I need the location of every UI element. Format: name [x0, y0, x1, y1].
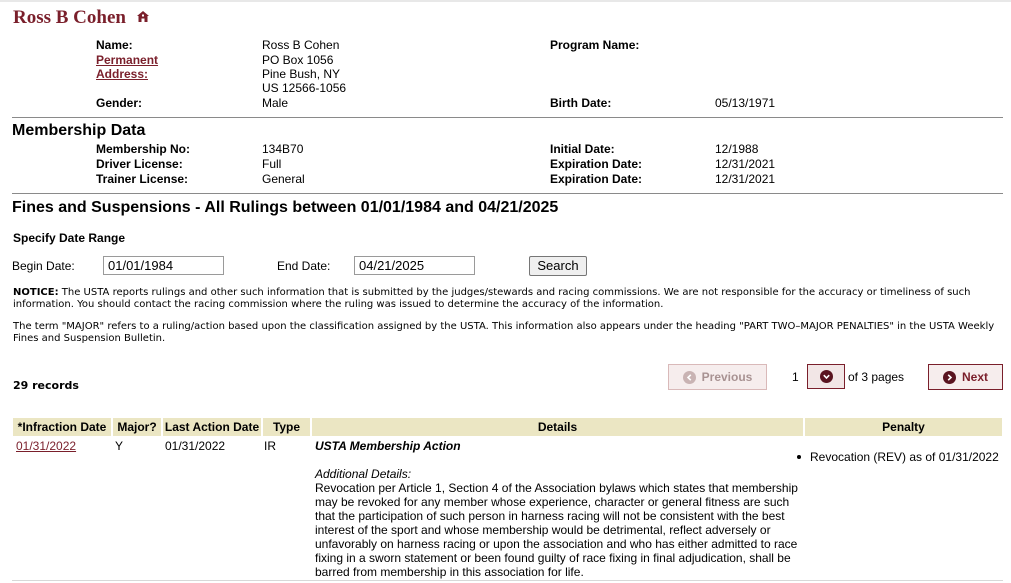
- type-value: IR: [264, 439, 276, 453]
- search-button[interactable]: Search: [529, 256, 587, 276]
- membership-no-value: 134B70: [262, 142, 304, 156]
- row-divider: [12, 580, 1003, 581]
- membership-section-title: Membership Data: [12, 122, 146, 139]
- address-line-1: PO Box 1056: [262, 53, 334, 67]
- page-select-dropdown[interactable]: [807, 364, 845, 389]
- divider: [12, 117, 1003, 118]
- begin-date-input[interactable]: [103, 256, 224, 275]
- column-header-details: Details: [312, 418, 803, 436]
- major-value: Y: [115, 439, 124, 453]
- name-label: Name:: [96, 38, 133, 52]
- name-value: Ross B Cohen: [262, 38, 340, 52]
- notice-text: NOTICE: The USTA reports rulings and oth…: [13, 287, 998, 311]
- fines-section-title: Fines and Suspensions - All Rulings betw…: [12, 199, 559, 216]
- top-border: [0, 0, 1011, 2]
- column-header-major: Major?: [113, 418, 161, 436]
- gender-value: Male: [262, 96, 289, 110]
- trainer-license-value: General: [262, 172, 305, 186]
- column-header-penalty: Penalty: [805, 418, 1002, 436]
- column-header-type: Type: [263, 418, 310, 436]
- initial-date-value: 12/1988: [715, 142, 759, 156]
- initial-date-label: Initial Date:: [550, 142, 615, 156]
- previous-label: Previous: [701, 370, 753, 384]
- driver-expiration-label: Expiration Date:: [550, 157, 643, 171]
- trainer-license-label: Trainer License:: [96, 172, 189, 186]
- address-line-2: Pine Bush, NY: [262, 67, 341, 81]
- major-definition-text: The term "MAJOR" refers to a ruling/acti…: [13, 321, 995, 344]
- birth-date-value: 05/13/1971: [715, 96, 776, 110]
- end-date-input[interactable]: [354, 256, 475, 275]
- infraction-date-link[interactable]: 01/31/2022: [16, 439, 76, 453]
- trainer-expiration-value: 12/31/2021: [715, 172, 776, 186]
- chevron-left-icon: [682, 370, 696, 384]
- date-range-label: Specify Date Range: [13, 231, 126, 245]
- address-line-3: US 12566-1056: [262, 81, 347, 95]
- penalty-value: Revocation (REV) as of 01/31/2022: [810, 450, 999, 464]
- bullet-icon: [797, 455, 801, 459]
- details-title: USTA Membership Action: [315, 439, 461, 453]
- last-action-date-value: 01/31/2022: [165, 439, 226, 453]
- driver-expiration-value: 12/31/2021: [715, 157, 776, 171]
- gender-label: Gender:: [96, 96, 143, 110]
- chevron-down-icon: [819, 370, 833, 383]
- person-name-title: Ross B Cohen: [13, 7, 126, 28]
- penalty-item: Revocation (REV) as of 01/31/2022: [797, 450, 999, 464]
- address-link-line1[interactable]: Permanent: [96, 53, 158, 67]
- birth-date-label: Birth Date:: [550, 96, 612, 110]
- begin-date-label: Begin Date:: [12, 259, 75, 273]
- notice-body: The USTA reports rulings and other such …: [13, 287, 971, 310]
- address-link-line2[interactable]: Address:: [96, 67, 158, 81]
- next-button[interactable]: Next: [928, 364, 1003, 390]
- column-header-infraction-date: *Infraction Date: [13, 418, 111, 436]
- notice-label: NOTICE:: [13, 287, 59, 298]
- permanent-address-link[interactable]: Permanent Address:: [96, 53, 158, 81]
- trainer-expiration-label: Expiration Date:: [550, 172, 643, 186]
- column-header-last-action-date: Last Action Date: [163, 418, 261, 436]
- program-name-label: Program Name:: [550, 38, 640, 52]
- membership-no-label: Membership No:: [96, 142, 191, 156]
- page-count-text: of 3 pages: [848, 370, 905, 384]
- current-page: 1: [792, 370, 799, 384]
- additional-details-label: Additional Details:: [315, 467, 412, 481]
- end-date-label: End Date:: [277, 259, 331, 273]
- previous-button: Previous: [668, 364, 767, 390]
- chevron-right-icon: [942, 370, 956, 384]
- details-text: Revocation per Article 1, Section 4 of t…: [315, 481, 798, 579]
- divider: [12, 193, 1003, 194]
- page-title: Ross B Cohen: [13, 6, 149, 29]
- next-label[interactable]: Next: [962, 370, 988, 384]
- records-count: 29 records: [13, 379, 79, 392]
- driver-license-value: Full: [262, 157, 282, 171]
- home-icon: [136, 6, 149, 28]
- driver-license-label: Driver License:: [96, 157, 183, 171]
